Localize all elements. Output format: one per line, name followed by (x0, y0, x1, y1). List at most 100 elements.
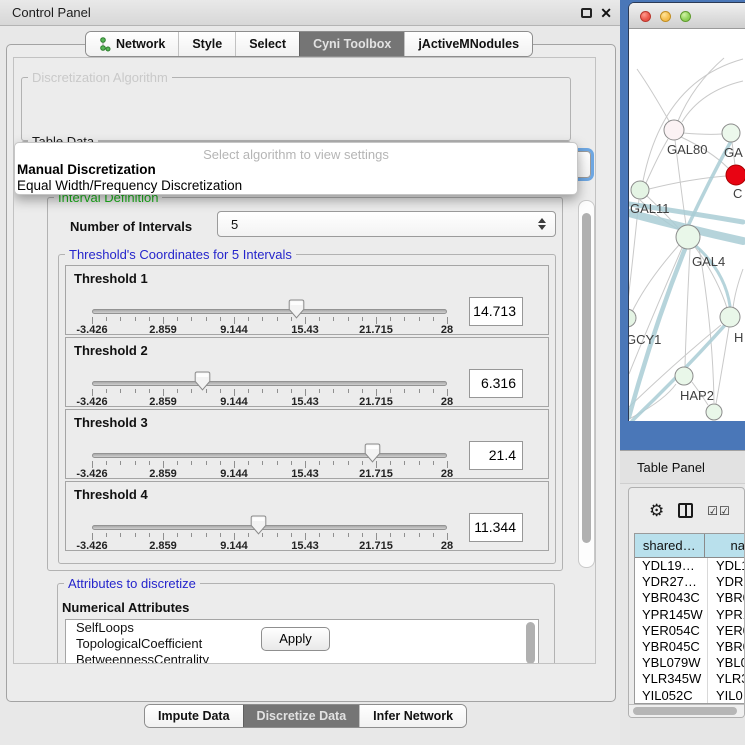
slider-track[interactable] (92, 525, 447, 530)
table-row[interactable]: YBR045CYBR0 (635, 639, 745, 655)
network-edge[interactable] (683, 133, 722, 134)
table-row[interactable]: YLR345WYLR3 (635, 671, 745, 687)
network-window-titlebar[interactable] (629, 3, 745, 29)
algorithm-option-manual[interactable]: Manual Discretization (15, 162, 577, 178)
cell-shared-name: YDL19… (635, 558, 708, 574)
slider-tick-labels: -3.4262.8599.14415.4321.71528 (92, 324, 447, 336)
network-view-window: GAL80GACGAL11GAL4GCY1HHAP2 (629, 3, 745, 421)
network-edge[interactable] (685, 249, 690, 367)
control-panel-titlebar: Control Panel ✕ (0, 0, 620, 26)
network-edge[interactable] (678, 58, 724, 121)
tab-label: Discretize Data (257, 709, 347, 723)
network-node-c[interactable] (726, 165, 745, 185)
threshold-value-field[interactable]: 14.713 (469, 297, 523, 326)
algorithm-popup-placeholder: Select algorithm to view settings (15, 143, 577, 162)
slider-track[interactable] (92, 381, 447, 386)
network-node-label: GAL4 (692, 254, 725, 269)
network-node-label: GAL80 (667, 142, 707, 157)
slider-tick-labels: -3.4262.8599.14415.4321.71528 (92, 540, 447, 552)
zoom-traffic-light-icon[interactable] (680, 11, 691, 22)
network-edge[interactable] (637, 69, 669, 121)
slider-track[interactable] (92, 309, 447, 314)
number-of-intervals-value: 5 (231, 217, 238, 232)
settings-gear-icon[interactable]: ⚙ (649, 502, 664, 519)
apply-button[interactable]: Apply (261, 627, 330, 651)
network-edge[interactable] (716, 327, 729, 404)
tab-label: Network (116, 37, 165, 51)
network-edge[interactable] (699, 248, 714, 403)
tab-cyni-toolbox[interactable]: Cyni Toolbox (299, 32, 404, 56)
table-header-row: shared… na (635, 534, 745, 558)
cell-shared-name: YBR045C (635, 639, 708, 655)
algorithm-option-equal-width[interactable]: Equal Width/Frequency Discretization (15, 178, 577, 194)
table-row[interactable]: YPR145WYPR1 (635, 607, 745, 623)
table-row[interactable]: YER054CYER0 (635, 623, 745, 639)
network-node-gcy1[interactable] (629, 309, 636, 327)
table-panel-title: Table Panel (620, 460, 705, 475)
node-table: shared… na YDL19…YDL1YDR27…YDR2YBR043CYB… (634, 533, 745, 704)
network-node-gal4[interactable] (676, 225, 700, 249)
network-edge[interactable] (646, 139, 668, 183)
slider-thumb[interactable] (364, 443, 381, 463)
network-node-ga[interactable] (722, 124, 740, 142)
close-traffic-light-icon[interactable] (640, 11, 651, 22)
tab-style[interactable]: Style (178, 32, 235, 56)
attributes-scrollbar-thumb[interactable] (526, 622, 535, 664)
control-panel-title: Control Panel (0, 5, 91, 20)
table-row[interactable]: YIL052CYIL0 (635, 688, 745, 704)
network-node-h[interactable] (720, 307, 740, 327)
settings-scrollbar[interactable] (578, 200, 595, 568)
network-node[interactable] (706, 404, 722, 420)
attribute-list-item[interactable]: BetweennessCentrality (66, 652, 538, 664)
network-edge[interactable] (643, 59, 743, 181)
table-panel-titlebar: Table Panel (620, 450, 745, 484)
close-icon[interactable]: ✕ (600, 6, 612, 20)
minimize-traffic-light-icon[interactable] (660, 11, 671, 22)
number-of-intervals-label: Number of Intervals (70, 219, 192, 234)
table-rows: YDL19…YDL1YDR27…YDR2YBR043CYBR0YPR145WYP… (635, 558, 745, 704)
table-hscroll-thumb[interactable] (633, 707, 737, 715)
network-node-label: GAL11 (630, 201, 670, 216)
table-row[interactable]: YDR27…YDR2 (635, 574, 745, 590)
network-edge[interactable] (649, 176, 726, 189)
threshold-value-field[interactable]: 21.4 (469, 441, 523, 470)
bottom-tab-impute-data[interactable]: Impute Data (145, 705, 243, 727)
bottom-tab-discretize-data[interactable]: Discretize Data (243, 705, 360, 727)
split-columns-icon[interactable] (678, 503, 693, 518)
tab-label: Impute Data (158, 709, 230, 723)
network-canvas[interactable]: GAL80GACGAL11GAL4GCY1HHAP2 (629, 29, 745, 421)
network-node-label: C (733, 186, 742, 201)
slider-thumb[interactable] (250, 515, 267, 535)
threshold-panel-4: Threshold 4-3.4262.8599.14415.4321.71528… (65, 481, 549, 551)
bottom-tab-infer-network[interactable]: Infer Network (359, 705, 466, 727)
slider-thumb[interactable] (288, 299, 305, 319)
network-edge[interactable] (629, 248, 682, 374)
column-header-shared-name[interactable]: shared… (635, 534, 705, 557)
network-node-gal80[interactable] (664, 120, 684, 140)
thresholds-group: Threshold's Coordinates for 5 Intervals … (58, 254, 556, 564)
float-window-icon[interactable] (581, 8, 592, 18)
network-edge[interactable] (733, 269, 743, 308)
tab-jactivemnodules[interactable]: jActiveMNodules (404, 32, 532, 56)
threshold-value-field[interactable]: 6.316 (469, 369, 523, 398)
settings-scrollbar-thumb[interactable] (582, 213, 591, 543)
tab-network[interactable]: Network (86, 32, 178, 56)
slider-tick-labels: -3.4262.8599.14415.4321.71528 (92, 396, 447, 408)
column-header-name[interactable]: na (705, 534, 745, 557)
threshold-value-field[interactable]: 11.344 (469, 513, 523, 542)
tab-label: Style (192, 37, 222, 51)
network-node-gal11[interactable] (631, 181, 649, 199)
network-node-hap2[interactable] (675, 367, 693, 385)
slider-track[interactable] (92, 453, 447, 458)
slider-thumb[interactable] (194, 371, 211, 391)
table-row[interactable]: YBR043CYBR0 (635, 590, 745, 606)
attributes-group: Attributes to discretize Numerical Attri… (57, 583, 555, 664)
table-row[interactable]: YDL19…YDL1 (635, 558, 745, 574)
number-of-intervals-select[interactable]: 5 (217, 211, 556, 237)
table-row[interactable]: YBL079WYBL0 (635, 655, 745, 671)
checkbox-pair-icon[interactable]: ☑☑ (707, 504, 731, 518)
tab-label: Select (249, 37, 286, 51)
algorithm-popup: Select algorithm to view settings Manual… (14, 142, 578, 195)
table-horizontal-scrollbar[interactable] (629, 704, 744, 717)
tab-select[interactable]: Select (235, 32, 299, 56)
